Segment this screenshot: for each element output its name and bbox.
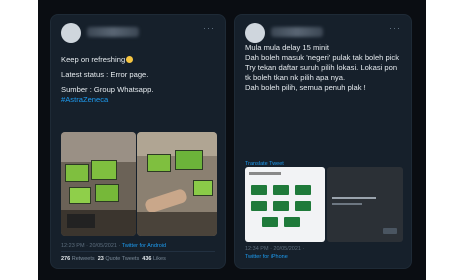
likes-label[interactable]: Likes [153, 256, 166, 262]
tweet-photo-1[interactable] [61, 132, 136, 236]
tweet-stats: 276 Retweets 23 Quote Tweets 436 Likes [61, 256, 166, 262]
more-dots-icon[interactable]: ··· [389, 23, 401, 33]
tweet-line: Dah boleh pilih, semua penuh plak ! [245, 83, 366, 92]
emoji-icon [126, 56, 134, 63]
tweet-line: Mula mula delay 15 minit [245, 43, 329, 52]
tweet-text: Keep on refreshing Latest status : Error… [61, 55, 217, 110]
tweet-meta: 12:34 PM · 20/05/2021 · [245, 246, 304, 252]
quotes-label[interactable]: Quote Tweets [105, 256, 139, 262]
embedded-screenshot-1[interactable] [245, 167, 325, 242]
tweet-line: Keep on refreshing [61, 55, 126, 64]
likes-count[interactable]: 436 [142, 256, 151, 262]
tweet-line: Latest status : Error page. [61, 70, 149, 79]
divider [61, 251, 215, 252]
screenshot-frame: ··· Keep on refreshing Latest status : E… [38, 0, 426, 280]
tweet-time: 12:23 PM · 20/05/2021 · [61, 243, 121, 249]
retweets-label[interactable]: Retweets [72, 256, 95, 262]
tweet-meta: 12:23 PM · 20/05/2021 · Twitter for Andr… [61, 243, 166, 249]
tweet-client-link[interactable]: Twitter for iPhone [245, 254, 288, 260]
quotes-count[interactable]: 23 [98, 256, 104, 262]
tweet-card-right[interactable]: ··· Mula mula delay 15 minit Dah boleh m… [234, 14, 412, 269]
embedded-screenshot-2[interactable] [327, 167, 403, 242]
tweet-card-left[interactable]: ··· Keep on refreshing Latest status : E… [50, 14, 226, 269]
more-dots-icon[interactable]: ··· [203, 23, 215, 33]
tweet-line: Dah boleh masuk 'negeri' pulak tak boleh… [245, 53, 400, 62]
tweet-text: Mula mula delay 15 minit Dah boleh masuk… [245, 43, 403, 93]
avatar[interactable] [61, 23, 81, 43]
tweet-line: Sumber : Group Whatsapp. [61, 85, 154, 94]
tweet-line: Try tekan daftar suruh pilih lokasi. Lok… [245, 63, 398, 82]
tweet-client: Twitter for iPhone [245, 254, 288, 260]
tweet-client-link[interactable]: Twitter for Android [122, 243, 166, 249]
tweet-time: 12:34 PM · 20/05/2021 · [245, 246, 305, 252]
tweet-photo-2[interactable] [137, 132, 217, 236]
blurred-username [87, 27, 139, 37]
avatar[interactable] [245, 23, 265, 43]
hashtag-link[interactable]: #AstraZeneca [61, 95, 217, 105]
retweets-count[interactable]: 276 [61, 256, 70, 262]
blurred-username [271, 27, 323, 37]
